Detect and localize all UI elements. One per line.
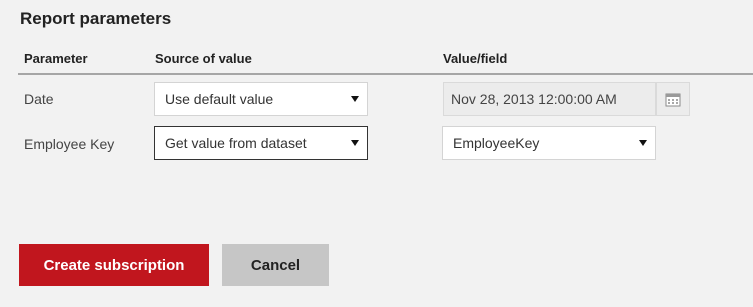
- employee-key-field-select[interactable]: EmployeeKey: [442, 126, 656, 160]
- section-title: Report parameters: [20, 9, 172, 28]
- date-value-text: Nov 28, 2013 12:00:00 AM: [451, 91, 617, 107]
- column-header-value: Value/field: [443, 51, 508, 66]
- dropdown-arrow-icon: [351, 140, 359, 146]
- header-divider: [18, 73, 753, 75]
- cancel-button[interactable]: Cancel: [222, 244, 329, 286]
- calendar-icon: [665, 93, 681, 106]
- source-select-date-value: Use default value: [165, 91, 274, 107]
- employee-key-field-value: EmployeeKey: [453, 135, 540, 151]
- dropdown-arrow-icon: [351, 96, 359, 102]
- column-header-source: Source of value: [155, 51, 252, 66]
- calendar-button[interactable]: [656, 82, 690, 116]
- column-header-parameter: Parameter: [24, 51, 88, 66]
- source-select-date[interactable]: Use default value: [154, 82, 368, 116]
- param-label-employee-key: Employee Key: [24, 136, 115, 152]
- create-subscription-button[interactable]: Create subscription: [19, 244, 209, 286]
- param-label-date: Date: [24, 91, 54, 107]
- source-select-employee-key-value: Get value from dataset: [165, 135, 307, 151]
- dropdown-arrow-icon: [639, 140, 647, 146]
- date-value-field[interactable]: Nov 28, 2013 12:00:00 AM: [443, 82, 656, 116]
- source-select-employee-key[interactable]: Get value from dataset: [154, 126, 368, 160]
